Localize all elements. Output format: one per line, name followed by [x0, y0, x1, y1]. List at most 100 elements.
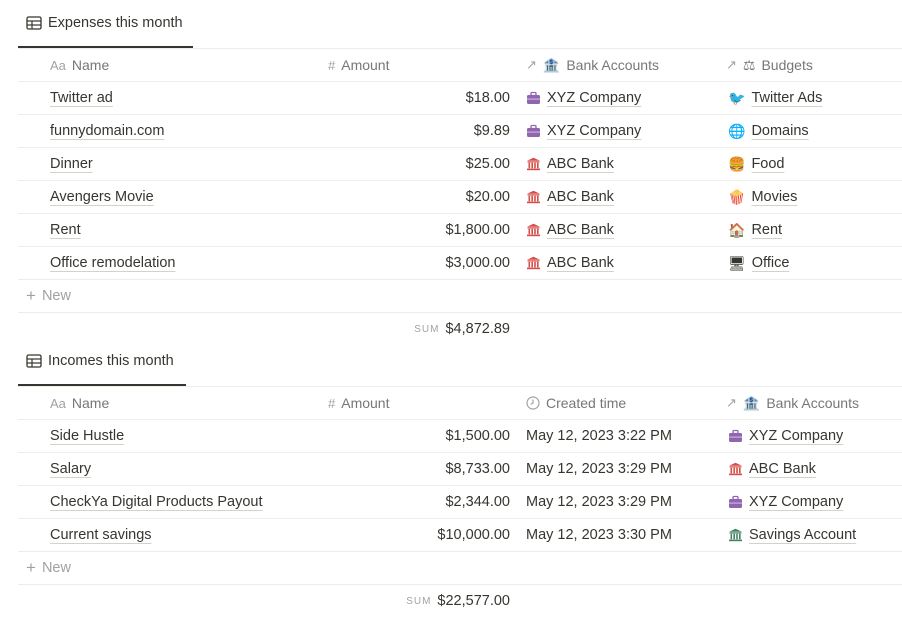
expenses-header-row: Aa Name # Amount ↗ 🏦 Bank Accounts ↗ ⚖ Budgets — [18, 49, 902, 82]
row-bank-account[interactable]: ABC Bank — [526, 148, 614, 180]
table-row[interactable]: Dinner $25.00 ABC Bank 🍔 Food — [18, 148, 902, 181]
tab-incomes-table[interactable]: Incomes this month — [18, 338, 186, 386]
row-name[interactable]: Avengers Movie — [50, 181, 154, 213]
incomes-section: Incomes this month Aa Name # Amount Create… — [18, 338, 902, 619]
globe-icon: 🌐 — [728, 122, 746, 139]
row-created-time: May 12, 2023 3:22 PM — [526, 428, 672, 444]
tab-label: Expenses this month — [48, 15, 183, 31]
row-amount[interactable]: $20.00 — [318, 181, 510, 213]
row-amount[interactable]: $1,800.00 — [318, 214, 510, 246]
row-budget[interactable]: 🍔 Food — [728, 148, 785, 180]
row-budget[interactable]: 🌐 Domains — [728, 115, 809, 147]
row-name[interactable]: funnydomain.com — [50, 115, 164, 147]
row-bank-account[interactable]: ABC Bank — [526, 181, 614, 213]
plus-icon: + — [26, 286, 36, 305]
relation-arrow-icon: ↗ — [726, 57, 737, 72]
burger-icon: 🍔 — [728, 155, 746, 172]
row-name[interactable]: Salary — [50, 453, 91, 485]
row-created-time: May 12, 2023 3:29 PM — [526, 494, 672, 510]
table-row[interactable]: CheckYa Digital Products Payout $2,344.00… — [18, 486, 902, 519]
row-amount[interactable]: $18.00 — [318, 82, 510, 114]
column-header-name[interactable]: Aa Name — [50, 387, 109, 419]
column-header-amount[interactable]: # Amount — [328, 387, 389, 419]
bank-icon — [728, 528, 743, 542]
column-header-name[interactable]: Aa Name — [50, 49, 109, 81]
bird-icon: 🐦 — [728, 89, 746, 106]
column-header-bank-accounts[interactable]: ↗ 🏦 Bank Accounts — [726, 387, 859, 419]
row-bank-account[interactable]: Savings Account — [728, 519, 856, 551]
table-icon — [26, 354, 42, 368]
row-name[interactable]: Dinner — [50, 148, 93, 180]
house-icon: 🏠 — [728, 221, 746, 238]
row-bank-account[interactable]: ABC Bank — [728, 453, 816, 485]
balance-scale-icon: ⚖ — [742, 56, 756, 73]
table-row[interactable]: Avengers Movie $20.00 ABC Bank 🍿 Movies — [18, 181, 902, 214]
row-created-time: May 12, 2023 3:29 PM — [526, 461, 672, 477]
text-property-icon: Aa — [50, 57, 66, 73]
relation-arrow-icon: ↗ — [726, 395, 737, 410]
text-property-icon: Aa — [50, 395, 66, 411]
row-budget[interactable]: 🐦 Twitter Ads — [728, 82, 822, 114]
expenses-section: Expenses this month Aa Name # Amount ↗ 🏦 Ban… — [18, 0, 902, 347]
row-amount[interactable]: $3,000.00 — [318, 247, 510, 279]
row-bank-account[interactable]: XYZ Company — [526, 115, 641, 147]
row-budget[interactable]: 🏠 Rent — [728, 214, 782, 246]
row-budget[interactable]: 🍿 Movies — [728, 181, 797, 213]
row-bank-account[interactable]: ABC Bank — [526, 214, 614, 246]
row-name[interactable]: Current savings — [50, 519, 152, 551]
row-name[interactable]: Twitter ad — [50, 82, 113, 114]
column-header-budgets[interactable]: ↗ ⚖ Budgets — [726, 49, 813, 81]
row-bank-account[interactable]: XYZ Company — [728, 486, 843, 518]
table-row[interactable]: funnydomain.com $9.89 XYZ Company 🌐 Domains — [18, 115, 902, 148]
table-row[interactable]: Rent $1,800.00 ABC Bank 🏠 Rent — [18, 214, 902, 247]
row-bank-account[interactable]: ABC Bank — [526, 247, 614, 279]
column-header-amount[interactable]: # Amount — [328, 49, 389, 81]
expenses-new-row-button[interactable]: + New — [18, 280, 902, 313]
bank-icon — [526, 223, 541, 237]
bank-icon — [728, 462, 743, 476]
row-amount[interactable]: $2,344.00 — [318, 486, 510, 518]
row-name[interactable]: CheckYa Digital Products Payout — [50, 486, 263, 518]
table-row[interactable]: Salary $8,733.00 May 12, 2023 3:29 PM ABC B… — [18, 453, 902, 486]
column-header-created-time[interactable]: Created time — [526, 387, 626, 419]
incomes-sum-value: $22,577.00 — [437, 593, 510, 609]
briefcase-icon — [526, 91, 541, 105]
row-amount[interactable]: $9.89 — [318, 115, 510, 147]
row-amount[interactable]: $10,000.00 — [318, 519, 510, 551]
row-created-time: May 12, 2023 3:30 PM — [526, 527, 672, 543]
bank-building-icon: 🏦 — [742, 394, 761, 411]
plus-icon: + — [26, 558, 36, 577]
row-amount[interactable]: $25.00 — [318, 148, 510, 180]
table-row[interactable]: Office remodelation $3,000.00 ABC Bank 🖥 Off… — [18, 247, 902, 280]
number-property-icon: # — [328, 395, 336, 411]
desktop-computer-icon: 🖥 — [728, 254, 746, 271]
incomes-tabbar: Incomes this month — [18, 338, 902, 387]
bank-icon — [526, 256, 541, 270]
briefcase-icon — [526, 124, 541, 138]
clock-icon — [526, 396, 540, 410]
table-row[interactable]: Current savings $10,000.00 May 12, 2023 3:… — [18, 519, 902, 552]
row-name[interactable]: Rent — [50, 214, 81, 246]
incomes-new-row-button[interactable]: + New — [18, 552, 902, 585]
row-amount[interactable]: $1,500.00 — [318, 420, 510, 452]
row-name[interactable]: Office remodelation — [50, 247, 175, 279]
incomes-sum-row[interactable]: SUM $22,577.00 — [18, 585, 902, 619]
row-budget[interactable]: 🖥 Office — [728, 247, 789, 279]
bank-icon — [526, 190, 541, 204]
expenses-tabbar: Expenses this month — [18, 0, 902, 49]
tab-expenses-table[interactable]: Expenses this month — [18, 0, 193, 48]
column-header-bank-accounts[interactable]: ↗ 🏦 Bank Accounts — [526, 49, 659, 81]
relation-arrow-icon: ↗ — [526, 57, 537, 72]
table-row[interactable]: Side Hustle $1,500.00 May 12, 2023 3:22 PM… — [18, 420, 902, 453]
tab-label: Incomes this month — [48, 353, 174, 369]
briefcase-icon — [728, 495, 743, 509]
row-bank-account[interactable]: XYZ Company — [526, 82, 641, 114]
row-amount[interactable]: $8,733.00 — [318, 453, 510, 485]
incomes-header-row: Aa Name # Amount Created time ↗ 🏦 Bank Accou… — [18, 387, 902, 420]
briefcase-icon — [728, 429, 743, 443]
table-row[interactable]: Twitter ad $18.00 XYZ Company 🐦 Twitter Ads — [18, 82, 902, 115]
row-name[interactable]: Side Hustle — [50, 420, 124, 452]
bank-icon — [526, 157, 541, 171]
bank-building-icon: 🏦 — [542, 56, 561, 73]
row-bank-account[interactable]: XYZ Company — [728, 420, 843, 452]
